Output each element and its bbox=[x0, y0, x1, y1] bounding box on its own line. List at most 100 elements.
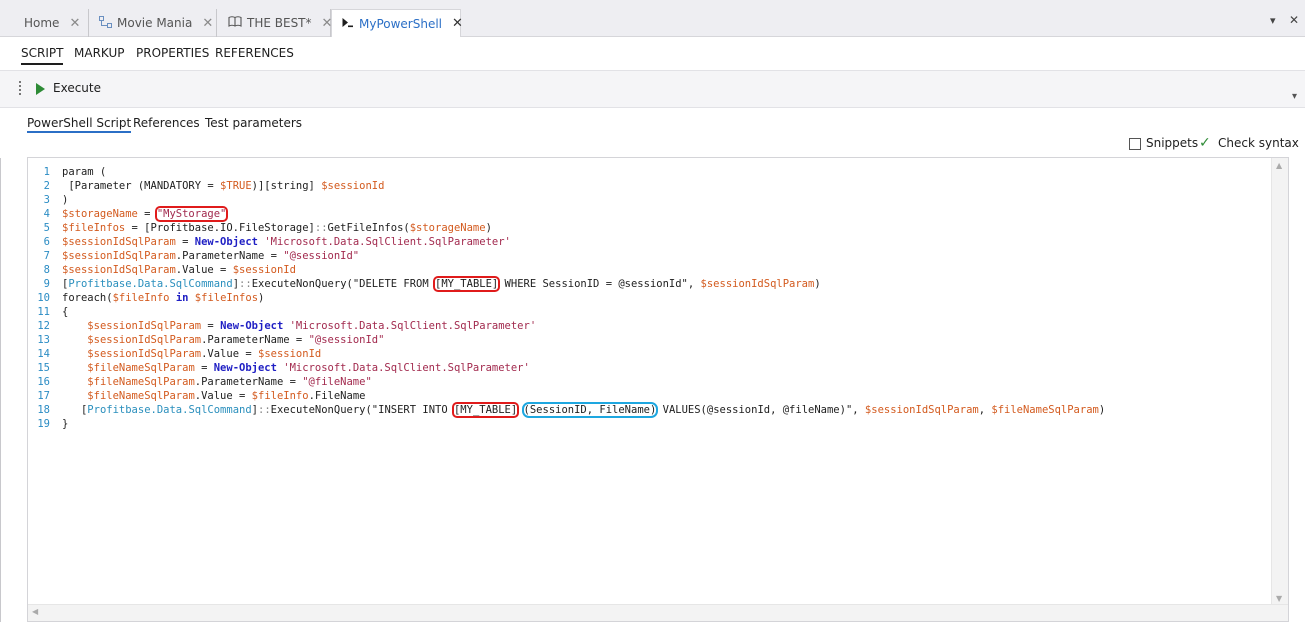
code-token: $sessionIdSqlParam bbox=[62, 264, 176, 276]
tab-powershell-script[interactable]: PowerShell Script bbox=[27, 116, 132, 133]
code-token: New-Object bbox=[194, 236, 258, 248]
code-token: ) bbox=[485, 222, 492, 234]
line-number-gutter: 1 2 3 4 5 6 7 8 9 10 11 12 13 14 15 16 17 18 19 bbox=[28, 165, 50, 431]
tab-test-parameters[interactable]: Test parameters bbox=[205, 116, 302, 130]
line-number: 19 bbox=[37, 418, 50, 430]
tab-mypowershell[interactable]: MyPowerShell ✕ bbox=[331, 9, 463, 38]
code-line[interactable]: $sessionIdSqlParam.Value = $sessionId bbox=[62, 347, 1105, 361]
close-window-icon[interactable]: ✕ bbox=[1289, 13, 1299, 27]
play-icon bbox=[36, 83, 45, 95]
code-line[interactable]: $sessionIdSqlParam.ParameterName = "@ses… bbox=[62, 333, 1105, 347]
line-number: 14 bbox=[37, 348, 50, 360]
code-token: .Value = bbox=[175, 264, 233, 276]
line-number: 5 bbox=[43, 222, 50, 234]
code-line[interactable]: [Parameter (MANDATORY = $TRUE)][string] … bbox=[62, 179, 1105, 193]
close-icon[interactable]: ✕ bbox=[452, 16, 463, 31]
code-token: $fileNameSqlParam bbox=[87, 390, 195, 402]
code-token: WHERE SessionID = @sessionId", bbox=[498, 278, 701, 290]
scroll-left-icon[interactable]: ◀ bbox=[32, 607, 38, 616]
tab-references[interactable]: REFERENCES bbox=[215, 46, 294, 60]
code-token: $fileInfos bbox=[194, 292, 259, 304]
code-token: [Parameter (MANDATORY = bbox=[62, 180, 221, 192]
scroll-down-icon[interactable]: ▼ bbox=[1276, 594, 1282, 603]
code-line[interactable]: { bbox=[62, 305, 1105, 319]
code-token: :: bbox=[314, 222, 328, 234]
code-token: 'Microsoft.Data.SqlClient.SqlParameter' bbox=[283, 362, 530, 374]
tab-the-best-label: THE BEST* bbox=[247, 16, 312, 30]
check-syntax-button[interactable]: Check syntax bbox=[1218, 136, 1299, 150]
code-line[interactable]: ) bbox=[62, 193, 1105, 207]
code-token: , bbox=[978, 404, 992, 416]
code-token: } bbox=[62, 418, 69, 430]
code-line[interactable]: $storageName = "MyStorage" bbox=[62, 206, 1105, 222]
code-token: .ParameterName = bbox=[175, 250, 284, 262]
panel-divider bbox=[0, 158, 1, 622]
code-token: $storageName bbox=[62, 208, 138, 220]
tab-home-label: Home bbox=[24, 16, 60, 30]
code-line[interactable]: param ( bbox=[62, 165, 1105, 179]
code-token: .ParameterName = bbox=[201, 334, 309, 346]
code-token: $sessionIdSqlParam bbox=[864, 404, 979, 416]
code-line[interactable]: $fileNameSqlParam.ParameterName = "@file… bbox=[62, 375, 1105, 389]
close-icon[interactable]: ✕ bbox=[69, 16, 80, 31]
code-token: ) bbox=[258, 292, 265, 304]
code-token: .Value = bbox=[201, 348, 258, 360]
code-token: ) bbox=[814, 278, 821, 290]
code-token: = bbox=[175, 236, 195, 248]
tab-list-dropdown-icon[interactable]: ▾ bbox=[1270, 14, 1276, 27]
close-icon[interactable]: ✕ bbox=[202, 16, 213, 31]
snippets-label[interactable]: Snippets bbox=[1146, 136, 1198, 150]
toolbar-overflow-icon[interactable]: ▾ bbox=[1292, 91, 1297, 102]
scroll-up-icon[interactable]: ▲ bbox=[1276, 161, 1282, 170]
code-line[interactable]: $sessionIdSqlParam.ParameterName = "@ses… bbox=[62, 249, 1105, 263]
code-line[interactable]: } bbox=[62, 417, 1105, 431]
code-line[interactable]: $sessionIdSqlParam = New-Object 'Microso… bbox=[62, 319, 1105, 333]
code-line[interactable]: [Profitbase.Data.SqlCommand]::ExecuteNon… bbox=[62, 402, 1105, 418]
tab-movie-mania[interactable]: Movie Mania ✕ bbox=[89, 9, 217, 37]
code-line[interactable]: foreach($fileInfo in $fileInfos) bbox=[62, 291, 1105, 305]
code-token: .Value = bbox=[194, 390, 252, 402]
line-number: 6 bbox=[43, 236, 50, 248]
code-token: GetFileInfos( bbox=[327, 222, 410, 234]
code-token: VALUES(@sessionId, @fileName)", bbox=[656, 404, 865, 416]
section-menu: SCRIPT MARKUP PROPERTIES REFERENCES bbox=[0, 37, 1305, 70]
line-number: 8 bbox=[43, 264, 50, 276]
highlighted-token: [MY_TABLE] bbox=[451, 402, 520, 418]
script-subtabs: PowerShell Script References Test parame… bbox=[0, 108, 1305, 136]
code-token: New-Object bbox=[213, 362, 277, 374]
code-editor[interactable]: 1 2 3 4 5 6 7 8 9 10 11 12 13 14 15 16 17 18 19 param ( [P… bbox=[27, 157, 1289, 622]
line-number: 7 bbox=[43, 250, 50, 262]
code-token: :: bbox=[239, 278, 252, 290]
vertical-scrollbar[interactable]: ▲ ▼ bbox=[1271, 158, 1288, 606]
tab-movie-mania-label: Movie Mania bbox=[117, 16, 193, 30]
tab-markup[interactable]: MARKUP bbox=[74, 46, 124, 60]
toolbar-grip-icon[interactable] bbox=[19, 81, 21, 97]
tab-the-best[interactable]: THE BEST* ✕ bbox=[217, 9, 332, 37]
code-token: Profitbase.Data.SqlCommand bbox=[87, 404, 252, 416]
code-line[interactable]: $fileInfos = [Profitbase.IO.FileStorage]… bbox=[62, 221, 1105, 235]
code-token: $sessionIdSqlParam bbox=[87, 320, 202, 332]
code-token: $fileNameSqlParam bbox=[991, 404, 1099, 416]
code-line[interactable]: $sessionIdSqlParam = New-Object 'Microso… bbox=[62, 235, 1105, 249]
snippets-checkbox[interactable] bbox=[1129, 138, 1141, 150]
code-line[interactable]: $sessionIdSqlParam.Value = $sessionId bbox=[62, 263, 1105, 277]
code-line[interactable]: $fileNameSqlParam = New-Object 'Microsof… bbox=[62, 361, 1105, 375]
code-token: $sessionId bbox=[258, 348, 322, 360]
code-line[interactable]: [Profitbase.Data.SqlCommand]::ExecuteNon… bbox=[62, 276, 1105, 292]
code-token: = [Profitbase.IO.FileStorage] bbox=[125, 222, 315, 234]
code-token: $sessionId bbox=[321, 180, 385, 192]
code-content[interactable]: param ( [Parameter (MANDATORY = $TRUE)][… bbox=[62, 165, 1105, 431]
horizontal-scrollbar[interactable]: ◀ bbox=[28, 604, 1288, 621]
tab-home[interactable]: Home ✕ bbox=[10, 9, 89, 37]
code-token: $fileInfo bbox=[112, 292, 170, 304]
tab-script[interactable]: SCRIPT bbox=[21, 46, 64, 65]
code-line[interactable]: $fileNameSqlParam.Value = $fileInfo.File… bbox=[62, 389, 1105, 403]
code-token: in bbox=[175, 292, 189, 304]
execute-button[interactable]: Execute bbox=[30, 75, 102, 103]
tab-properties[interactable]: PROPERTIES bbox=[136, 46, 209, 60]
code-token: "@sessionId" bbox=[308, 334, 385, 346]
code-token: [ bbox=[62, 404, 88, 416]
tab-subreferences[interactable]: References bbox=[133, 116, 200, 130]
